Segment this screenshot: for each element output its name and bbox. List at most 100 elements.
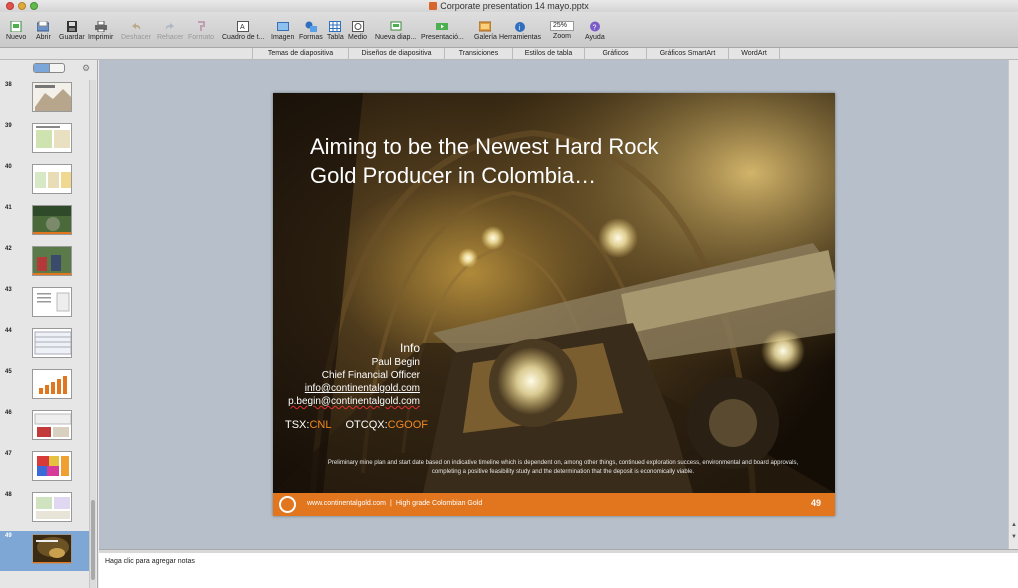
gallery-button[interactable]: Galería [474, 21, 497, 42]
help-button[interactable]: ? Ayuda [585, 21, 605, 42]
document-title-text: Corporate presentation 14 mayo.pptx [440, 1, 589, 11]
notes-placeholder[interactable]: Haga clic para agregar notas [105, 558, 195, 565]
thumbnails-view-button[interactable] [34, 64, 50, 72]
thumbnail-list: 38 39 40 41 42 43 44 45 46 47 48 49 [0, 80, 90, 588]
notes-pane[interactable]: Haga clic para agregar notas [99, 553, 1018, 588]
document-title: Corporate presentation 14 mayo.pptx [0, 0, 1018, 12]
format-painter-icon [198, 21, 206, 31]
slide-thumbnail[interactable]: 46 [0, 408, 90, 445]
slide-preview-image [32, 123, 72, 153]
slide-preview-image [32, 82, 72, 112]
text-box-icon: A [237, 21, 250, 32]
save-icon [66, 21, 77, 32]
ribbon-tab-bar: Temas de diapositiva Diseños de diaposit… [0, 48, 1018, 60]
standard-toolbar: Nuevo Abrir Guardar Imprimir Deshacer Re… [0, 12, 1018, 48]
new-button[interactable]: Nuevo [6, 21, 26, 42]
slideshow-button[interactable]: Presentació... [421, 21, 464, 42]
save-button[interactable]: Guardar [59, 21, 85, 42]
tab-slide-layouts[interactable]: Diseños de diapositiva [348, 48, 444, 60]
tab-transitions[interactable]: Transiciones [444, 48, 512, 60]
tab-smartart[interactable]: Gráficos SmartArt [646, 48, 728, 60]
redo-button[interactable]: Rehacer [157, 21, 183, 42]
slide-preview-image [32, 205, 72, 235]
footer-website: www.continentalgold.com [307, 500, 386, 507]
slide-thumbnail[interactable]: 38 [0, 80, 90, 117]
format-painter-button[interactable]: Formato [188, 21, 214, 42]
zoom-control[interactable]: 25% Zoom [550, 21, 574, 41]
redo-icon [166, 23, 175, 30]
tab-table-styles[interactable]: Estilos de tabla [512, 48, 584, 60]
undo-button[interactable]: Deshacer [121, 21, 151, 42]
slide-thumbnail[interactable]: 42 [0, 244, 90, 281]
slide-thumbnail[interactable]: 41 [0, 203, 90, 240]
outline-view-button[interactable] [50, 64, 65, 72]
slideshow-icon [436, 23, 449, 30]
slide-page-number: 49 [810, 498, 821, 508]
stock-tickers: TSX:CNL OTCQX:CGOOF [285, 419, 428, 431]
slide-title[interactable]: Aiming to be the Newest Hard Rock Gold P… [310, 132, 790, 190]
tab-wordart[interactable]: WordArt [728, 48, 780, 60]
slide-preview-image [32, 369, 72, 399]
slide-thumbnail[interactable]: 45 [0, 367, 90, 404]
contact-heading: Info [399, 341, 420, 355]
pptx-file-icon [429, 2, 438, 10]
powerpoint-window: Corporate presentation 14 mayo.pptx Nuev… [0, 0, 1018, 588]
slide-editing-area: Aiming to be the Newest Hard Rock Gold P… [99, 60, 1008, 549]
slide-thumbnail[interactable]: 44 [0, 326, 90, 363]
slide-disclaimer: Preliminary mine plan and start date bas… [327, 460, 799, 475]
gallery-icon [479, 21, 492, 32]
slide-preview-image [32, 451, 72, 481]
slide-thumbnail[interactable]: 48 [0, 490, 90, 527]
toolbox-icon: i [515, 22, 525, 32]
media-button[interactable]: Medio [348, 21, 367, 42]
footer-text: www.continentalgold.com | High grade Colom… [307, 500, 483, 507]
slide-preview-image [32, 492, 72, 522]
toolbox-button[interactable]: i Herramientas [499, 21, 541, 42]
open-button[interactable]: Abrir [36, 21, 51, 42]
previous-slide-arrow-icon[interactable]: ▲ [1010, 522, 1018, 528]
slide-thumbnail[interactable]: 40 [0, 162, 90, 199]
next-slide-arrow-icon[interactable]: ▼ [1010, 534, 1018, 540]
slide-thumbnail-selected[interactable]: 49 [0, 531, 90, 571]
new-slide-icon [390, 21, 402, 31]
thumbnail-scrollbar-handle[interactable] [91, 500, 95, 580]
current-slide[interactable]: Aiming to be the Newest Hard Rock Gold P… [273, 93, 835, 516]
slide-scrollbar[interactable]: ▲ ▼ [1008, 60, 1018, 549]
otcqx-label: OTCQX: [345, 419, 388, 431]
media-icon [351, 21, 364, 32]
text-box-button[interactable]: A Cuadro de t... [222, 21, 264, 42]
shapes-button[interactable]: Formas [299, 21, 323, 42]
print-button[interactable]: Imprimir [88, 21, 113, 42]
table-icon [329, 21, 342, 32]
tsx-label: TSX: [285, 419, 310, 431]
slide-preview-image [32, 287, 72, 317]
zoom-value-field[interactable]: 25% [550, 21, 574, 31]
image-icon [276, 22, 289, 31]
slide-footer-bar: www.continentalgold.com | High grade Colom… [273, 493, 835, 516]
contact-info-block[interactable]: Info Paul Begin Chief Financial Officer … [288, 341, 420, 408]
tab-charts[interactable]: Gráficos [584, 48, 646, 60]
contact-email-personal[interactable]: p.begin@continentalgold.com [288, 396, 420, 407]
slide-preview-image [32, 164, 72, 194]
slide-title-line-2: Gold Producer in Colombia… [310, 163, 597, 188]
image-button[interactable]: Imagen [271, 21, 294, 42]
thumbnail-scrollbar[interactable] [89, 80, 96, 588]
contact-name: Paul Begin [371, 357, 420, 368]
view-mode-toggle[interactable] [33, 63, 65, 73]
open-icon [37, 21, 50, 32]
contact-role: Chief Financial Officer [321, 370, 420, 381]
footer-tagline: High grade Colombian Gold [395, 500, 483, 507]
slide-thumbnail[interactable]: 39 [0, 121, 90, 158]
slide-thumbnail[interactable]: 47 [0, 449, 90, 486]
undo-icon [131, 23, 141, 30]
tab-slide-themes[interactable]: Temas de diapositiva [252, 48, 348, 60]
shapes-icon [305, 21, 317, 32]
tsx-symbol: CNL [309, 419, 332, 431]
slide-preview-image [32, 410, 72, 440]
pane-options-icon[interactable]: ⚙ [82, 63, 92, 73]
table-button[interactable]: Tabla [327, 21, 344, 42]
new-slide-button[interactable]: Nueva diap... [375, 21, 416, 42]
svg-text:A: A [240, 24, 245, 31]
slide-thumbnail[interactable]: 43 [0, 285, 90, 322]
contact-email-info[interactable]: info@continentalgold.com [305, 383, 420, 394]
